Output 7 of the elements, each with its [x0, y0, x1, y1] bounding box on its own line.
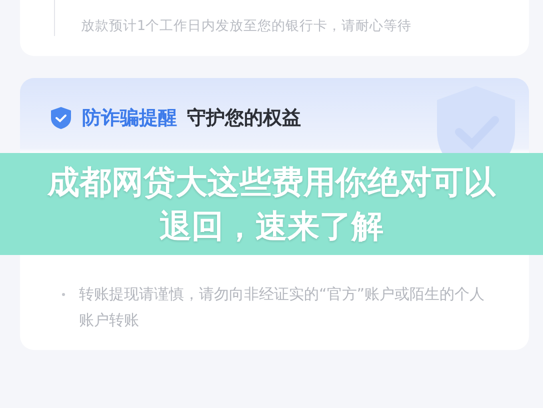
headline: 成都网贷大这些费用你绝对可以退回，速来了解: [46, 162, 496, 247]
notice-title: 守护您的权益: [187, 106, 301, 131]
bullet-icon: [62, 293, 65, 296]
shield-icon: [50, 106, 72, 130]
notice-item: 转账提现请谨慎，请勿向非经证实的“官方”账户或陌生的个人账户转账: [79, 284, 486, 331]
payout-note: 放款预计1个工作日内发放至您的银行卡，请耐心等待: [81, 17, 412, 35]
notice-title-highlight: 防诈骗提醒: [82, 106, 177, 131]
